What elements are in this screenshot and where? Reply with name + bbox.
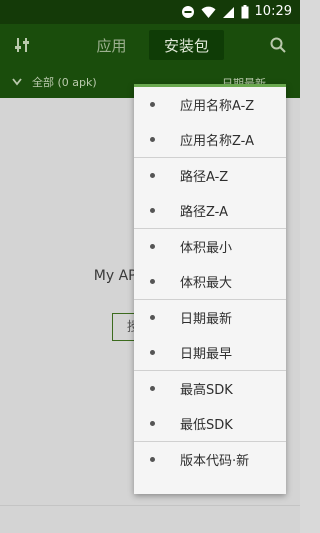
do-not-disturb-icon (181, 5, 195, 19)
divider (0, 505, 300, 506)
sort-option-path-desc[interactable]: 路径Z-A (134, 193, 286, 228)
filter-settings-icon[interactable] (10, 33, 34, 57)
sort-option-name-desc[interactable]: 应用名称Z-A (134, 122, 286, 157)
sort-menu: 应用名称A-Z 应用名称Z-A 路径A-Z 路径Z-A 体积最小 体积最大 日期… (134, 84, 286, 494)
toolbar: 应用 安装包 (0, 24, 300, 66)
wifi-icon (201, 6, 216, 19)
sort-option-date-newest[interactable]: 日期最新 (134, 300, 286, 335)
sort-option-path-asc[interactable]: 路径A-Z (134, 158, 286, 193)
status-bar: 10:29 (0, 0, 300, 24)
bullet-icon (150, 208, 155, 213)
bullet-icon (150, 102, 155, 107)
bullet-icon (150, 457, 155, 462)
sort-option-name-asc[interactable]: 应用名称A-Z (134, 87, 286, 122)
bullet-icon (150, 315, 155, 320)
bullet-icon (150, 279, 155, 284)
sort-option-size-largest[interactable]: 体积最大 (134, 264, 286, 299)
sort-option-sdk-highest[interactable]: 最高SDK (134, 371, 286, 406)
sort-option-date-oldest[interactable]: 日期最早 (134, 335, 286, 370)
search-icon[interactable] (266, 33, 290, 57)
battery-icon (241, 5, 249, 19)
sort-option-version-code-newest[interactable]: 版本代码·新 (134, 442, 286, 477)
bullet-icon (150, 244, 155, 249)
sort-option-size-smallest[interactable]: 体积最小 (134, 229, 286, 264)
bullet-icon (150, 386, 155, 391)
bullet-icon (150, 421, 155, 426)
filter-label: 全部 (0 apk) (32, 76, 97, 89)
clock: 10:29 (254, 4, 292, 19)
signal-icon (222, 6, 235, 19)
bullet-icon (150, 350, 155, 355)
tab-bar: 应用 安装包 (74, 30, 224, 60)
filter-selector[interactable]: 全部 (0 apk) (12, 74, 97, 90)
tab-apps[interactable]: 应用 (74, 30, 149, 60)
sort-option-sdk-lowest[interactable]: 最低SDK (134, 406, 286, 441)
tab-apk-files[interactable]: 安装包 (149, 30, 224, 60)
bullet-icon (150, 137, 155, 142)
chevron-down-icon (12, 76, 22, 89)
bullet-icon (150, 173, 155, 178)
